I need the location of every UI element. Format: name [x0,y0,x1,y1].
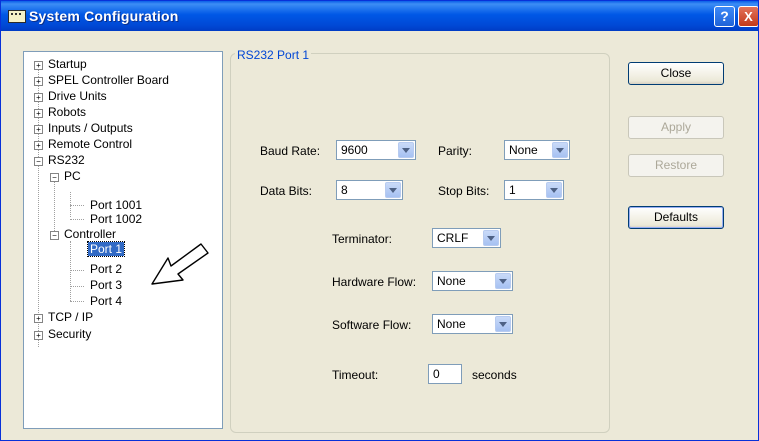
stop-bits-value: 1 [509,183,516,197]
data-bits-combo[interactable]: 8 [336,180,403,200]
tree-line [70,241,71,301]
tree-item-inputs-outputs[interactable]: Inputs / Outputs [48,121,133,135]
collapse-minus-icon[interactable]: − [50,231,59,240]
chevron-down-icon[interactable] [483,230,499,246]
tree-item-port-1[interactable]: Port 1 [86,241,126,257]
expand-plus-icon[interactable]: + [34,77,43,86]
tree-line [38,64,39,347]
hardware-flow-combo[interactable]: None [432,271,513,291]
help-button[interactable]: ? [714,6,735,27]
expand-plus-icon[interactable]: + [34,141,43,150]
data-bits-label: Data Bits: [260,184,313,198]
tree-item-drive-units[interactable]: Drive Units [48,89,107,103]
window-close-button[interactable]: X [738,6,758,27]
tree-item-port-4[interactable]: Port 4 [90,294,122,308]
tree-item-spel-controller-board[interactable]: SPEL Controller Board [48,73,169,87]
terminator-label: Terminator: [332,232,393,246]
stop-bits-label: Stop Bits: [438,184,490,198]
chevron-down-icon[interactable] [495,273,511,289]
data-bits-value: 8 [341,183,348,197]
software-flow-combo[interactable]: None [432,314,513,334]
timeout-label: Timeout: [332,368,379,382]
tree-line [70,219,84,220]
tree-item-port-1002[interactable]: Port 1002 [90,212,142,226]
defaults-button[interactable]: Defaults [628,206,724,229]
window-icon [8,10,26,23]
timeout-unit-label: seconds [472,368,517,382]
pointer-arrow-icon [151,243,209,285]
chevron-down-icon[interactable] [546,182,562,198]
terminator-value: CRLF [437,231,469,245]
software-flow-value: None [437,317,466,331]
timeout-input[interactable]: 0 [428,364,462,384]
expand-plus-icon[interactable]: + [34,331,43,340]
tree-item-tcp-ip[interactable]: TCP / IP [48,310,93,324]
chevron-down-icon[interactable] [495,316,511,332]
tree-line [70,301,84,302]
tree-line [70,286,84,287]
tree-item-port-1001[interactable]: Port 1001 [90,198,142,212]
expand-plus-icon[interactable]: + [34,109,43,118]
restore-button[interactable]: Restore [628,154,724,177]
dialog-client-area: + Startup + SPEL Controller Board + Driv… [1,31,758,440]
parity-combo[interactable]: None [504,140,570,160]
expand-plus-icon[interactable]: + [34,314,43,323]
tree-item-pc[interactable]: PC [64,169,81,183]
group-title: RS232 Port 1 [235,48,312,62]
terminator-combo[interactable]: CRLF [432,228,501,248]
tree-item-remote-control[interactable]: Remote Control [48,137,132,151]
expand-plus-icon[interactable]: + [34,61,43,70]
title-bar[interactable]: System Configuration ? X [1,1,758,31]
tree-item-rs232[interactable]: RS232 [48,153,85,167]
rs232-port-groupbox [230,53,610,433]
tree-item-port-3[interactable]: Port 3 [90,278,122,292]
expand-plus-icon[interactable]: + [34,125,43,134]
tree-item-security[interactable]: Security [48,327,91,341]
baud-rate-value: 9600 [341,143,368,157]
baud-rate-combo[interactable]: 9600 [336,140,416,160]
system-configuration-window: System Configuration ? X + Startup + SPE… [0,0,759,441]
apply-button[interactable]: Apply [628,116,724,139]
parity-label: Parity: [438,144,473,158]
tree-item-robots[interactable]: Robots [48,105,86,119]
expand-plus-icon[interactable]: + [34,93,43,102]
software-flow-label: Software Flow: [332,318,412,332]
chevron-down-icon[interactable] [385,182,401,198]
collapse-minus-icon[interactable]: − [50,173,59,182]
hardware-flow-label: Hardware Flow: [332,275,417,289]
timeout-value: 0 [433,367,440,381]
tree-item-startup[interactable]: Startup [48,57,87,71]
close-button[interactable]: Close [628,62,724,85]
chevron-down-icon[interactable] [552,142,568,158]
hardware-flow-value: None [437,274,466,288]
tree-line [70,205,84,206]
tree-line [70,270,84,271]
stop-bits-combo[interactable]: 1 [504,180,564,200]
window-title: System Configuration [29,8,179,24]
collapse-minus-icon[interactable]: − [34,157,43,166]
baud-rate-label: Baud Rate: [260,144,321,158]
parity-value: None [509,143,538,157]
tree-line [54,178,55,239]
tree-item-port-2[interactable]: Port 2 [90,262,122,276]
chevron-down-icon[interactable] [398,142,414,158]
tree-item-controller[interactable]: Controller [64,227,116,241]
